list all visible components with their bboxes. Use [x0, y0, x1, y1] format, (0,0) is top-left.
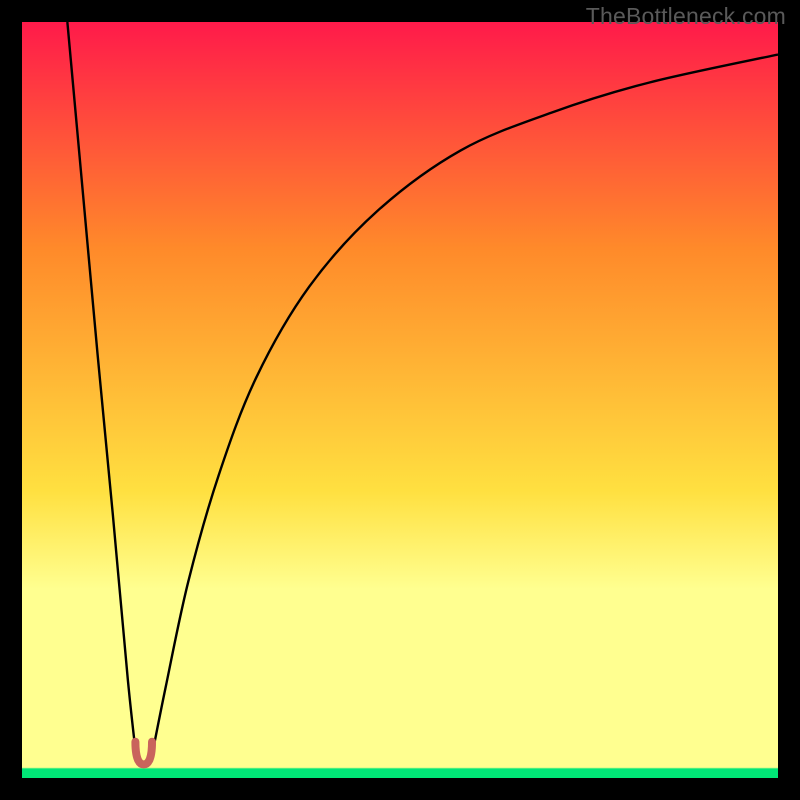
curves-layer: [22, 22, 778, 778]
curve-left-branch: [67, 22, 137, 763]
curve-right-branch: [151, 55, 778, 763]
plot-area: [22, 22, 778, 778]
watermark-text: TheBottleneck.com: [586, 3, 786, 30]
dip-marker: [135, 742, 152, 765]
